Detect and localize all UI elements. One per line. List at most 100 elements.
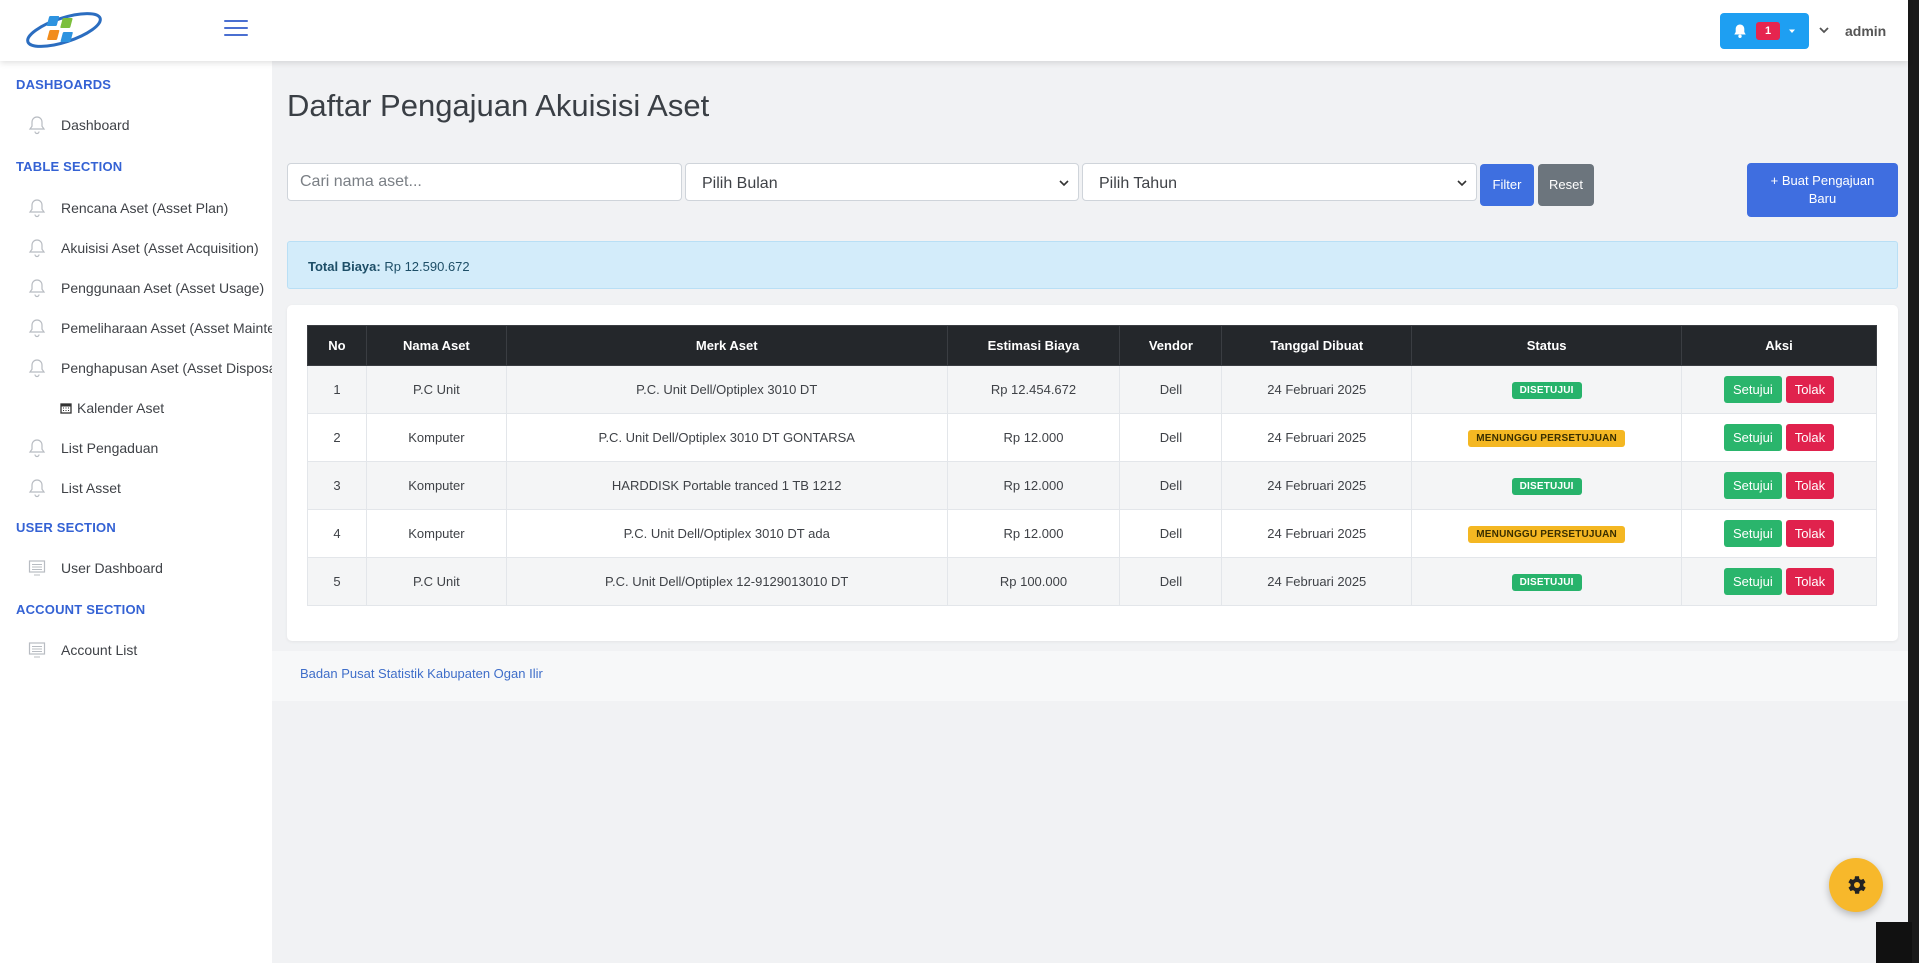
sidebar-item-label: Penghapusan Aset (Asset Disposal) (61, 360, 272, 376)
cell-created-date: 24 Februari 2025 (1221, 365, 1413, 414)
page-title: Daftar Pengajuan Akuisisi Aset (287, 88, 710, 123)
bell-outline-icon (28, 199, 46, 218)
cell-no: 5 (307, 557, 367, 606)
sidebar-item-asset-plan[interactable]: Rencana Aset (Asset Plan) (28, 193, 272, 223)
table-row: 5 P.C Unit P.C. Unit Dell/Optiplex 12-91… (307, 557, 1877, 606)
cell-asset-name: P.C Unit (365, 557, 507, 606)
cell-actions: Setujui Tolak (1681, 365, 1877, 414)
cell-created-date: 24 Februari 2025 (1221, 509, 1413, 558)
reset-button[interactable]: Reset (1538, 164, 1594, 206)
table-row: 2 Komputer P.C. Unit Dell/Optiplex 3010 … (307, 413, 1877, 462)
approve-button[interactable]: Setujui (1723, 520, 1782, 547)
cell-asset-name: Komputer (365, 413, 507, 462)
section-title-account: ACCOUNT SECTION (16, 602, 146, 617)
cell-estimated-cost: Rp 12.000 (946, 461, 1121, 510)
chevron-down-icon (1059, 180, 1069, 187)
sidebar-item-asset-maintenance[interactable]: Pemeliharaan Asset (Asset Maintenance) (28, 313, 272, 343)
cell-status: MENUNGGU PERSETUJUAN (1411, 413, 1683, 462)
cell-asset-brand: HARDDISK Portable tranced 1 TB 1212 (505, 461, 948, 510)
notification-button[interactable]: 1 (1720, 13, 1809, 49)
cell-created-date: 24 Februari 2025 (1221, 413, 1413, 462)
cell-actions: Setujui Tolak (1681, 509, 1877, 558)
column-header: Aksi (1681, 325, 1877, 366)
gear-icon (1848, 876, 1866, 894)
cell-estimated-cost: Rp 12.454.672 (946, 365, 1121, 414)
cell-created-date: 24 Februari 2025 (1221, 557, 1413, 606)
bell-outline-icon (28, 239, 46, 258)
cell-vendor: Dell (1119, 557, 1223, 606)
sidebar-item-account-list[interactable]: Account List (28, 635, 272, 665)
cell-vendor: Dell (1119, 365, 1223, 414)
status-badge: MENUNGGU PERSETUJUAN (1468, 429, 1625, 447)
sidebar-item-label: Account List (61, 642, 138, 658)
column-header: No (307, 325, 367, 366)
user-menu-name[interactable]: admin (1845, 23, 1886, 39)
cell-no: 2 (307, 413, 367, 462)
cell-asset-brand: P.C. Unit Dell/Optiplex 3010 DT (505, 365, 948, 414)
cell-asset-name: Komputer (365, 509, 507, 558)
table-header-row: No Nama Aset Merk Aset Estimasi Biaya Ve… (307, 325, 1877, 366)
sidebar-item-label: Penggunaan Aset (Asset Usage) (61, 280, 265, 296)
caret-down-icon (1789, 29, 1795, 33)
column-header: Status (1411, 325, 1683, 366)
cell-status: DISETUJUI (1411, 557, 1683, 606)
month-select[interactable]: Pilih Bulan (685, 163, 1079, 201)
column-header: Vendor (1119, 325, 1223, 366)
bell-outline-icon (28, 439, 46, 458)
window-edge (1908, 0, 1919, 963)
create-request-button[interactable]: + Buat Pengajuan Baru (1747, 163, 1898, 217)
reject-button[interactable]: Tolak (1785, 424, 1835, 451)
cell-asset-name: P.C Unit (365, 365, 507, 414)
chevron-down-icon[interactable] (1818, 24, 1830, 36)
sidebar-item-asset-calendar[interactable]: Kalender Aset (60, 393, 304, 423)
cell-asset-name: Komputer (365, 461, 507, 510)
sidebar-item-asset-list[interactable]: List Asset (28, 473, 272, 503)
sidebar-item-dashboard[interactable]: Dashboard (28, 110, 272, 140)
cell-no: 3 (307, 461, 367, 510)
section-title-dashboards: DASHBOARDS (16, 77, 112, 92)
bps-logo-icon[interactable] (22, 6, 106, 54)
approve-button[interactable]: Setujui (1723, 424, 1782, 451)
cell-status: DISETUJUI (1411, 461, 1683, 510)
bell-outline-icon (28, 319, 46, 338)
sidebar-item-label: Kalender Aset (77, 400, 165, 416)
filter-button[interactable]: Filter (1480, 164, 1534, 206)
search-input[interactable] (287, 163, 682, 201)
sidebar-item-complaints[interactable]: List Pengaduan (28, 433, 272, 463)
table-row: 1 P.C Unit P.C. Unit Dell/Optiplex 3010 … (307, 365, 1877, 414)
approve-button[interactable]: Setujui (1723, 376, 1782, 403)
table-row: 4 Komputer P.C. Unit Dell/Optiplex 3010 … (307, 509, 1877, 558)
reject-button[interactable]: Tolak (1785, 568, 1835, 595)
total-cost-value: Rp 12.590.672 (384, 259, 470, 274)
table-row: 3 Komputer HARDDISK Portable tranced 1 T… (307, 461, 1877, 510)
sidebar-item-label: Rencana Aset (Asset Plan) (61, 200, 229, 216)
sidebar-item-asset-usage[interactable]: Penggunaan Aset (Asset Usage) (28, 273, 272, 303)
sidebar-item-label: User Dashboard (61, 560, 163, 576)
bell-outline-icon (28, 279, 46, 298)
monitor-icon (28, 560, 46, 576)
calendar-icon (60, 403, 72, 414)
bell-icon (1734, 24, 1746, 38)
year-select[interactable]: Pilih Tahun (1082, 163, 1477, 201)
reject-button[interactable]: Tolak (1785, 472, 1835, 499)
reject-button[interactable]: Tolak (1785, 376, 1835, 403)
notification-count-badge: 1 (1756, 22, 1780, 40)
approve-button[interactable]: Setujui (1723, 568, 1782, 595)
sidebar-item-user-dashboard[interactable]: User Dashboard (28, 553, 272, 583)
approve-button[interactable]: Setujui (1723, 472, 1782, 499)
sidebar: DASHBOARDS Dashboard TABLE SECTION Renca… (0, 61, 272, 963)
footer-link[interactable]: Badan Pusat Statistik Kabupaten Ogan Ili… (300, 666, 543, 681)
cell-status: DISETUJUI (1411, 365, 1683, 414)
cell-estimated-cost: Rp 100.000 (946, 557, 1121, 606)
bell-outline-icon (28, 359, 46, 378)
hamburger-menu-icon[interactable] (224, 20, 248, 38)
settings-button[interactable] (1829, 858, 1883, 912)
section-title-user: USER SECTION (16, 520, 116, 535)
total-cost-label: Total Biaya: (308, 259, 381, 274)
bell-outline-icon (28, 116, 46, 135)
reject-button[interactable]: Tolak (1785, 520, 1835, 547)
cell-asset-brand: P.C. Unit Dell/Optiplex 3010 DT GONTARSA (505, 413, 948, 462)
sidebar-item-label: Pemeliharaan Asset (Asset Maintenance) (61, 320, 272, 336)
sidebar-item-asset-acquisition[interactable]: Akuisisi Aset (Asset Acquisition) (28, 233, 272, 263)
sidebar-item-asset-disposal[interactable]: Penghapusan Aset (Asset Disposal) (28, 353, 272, 383)
